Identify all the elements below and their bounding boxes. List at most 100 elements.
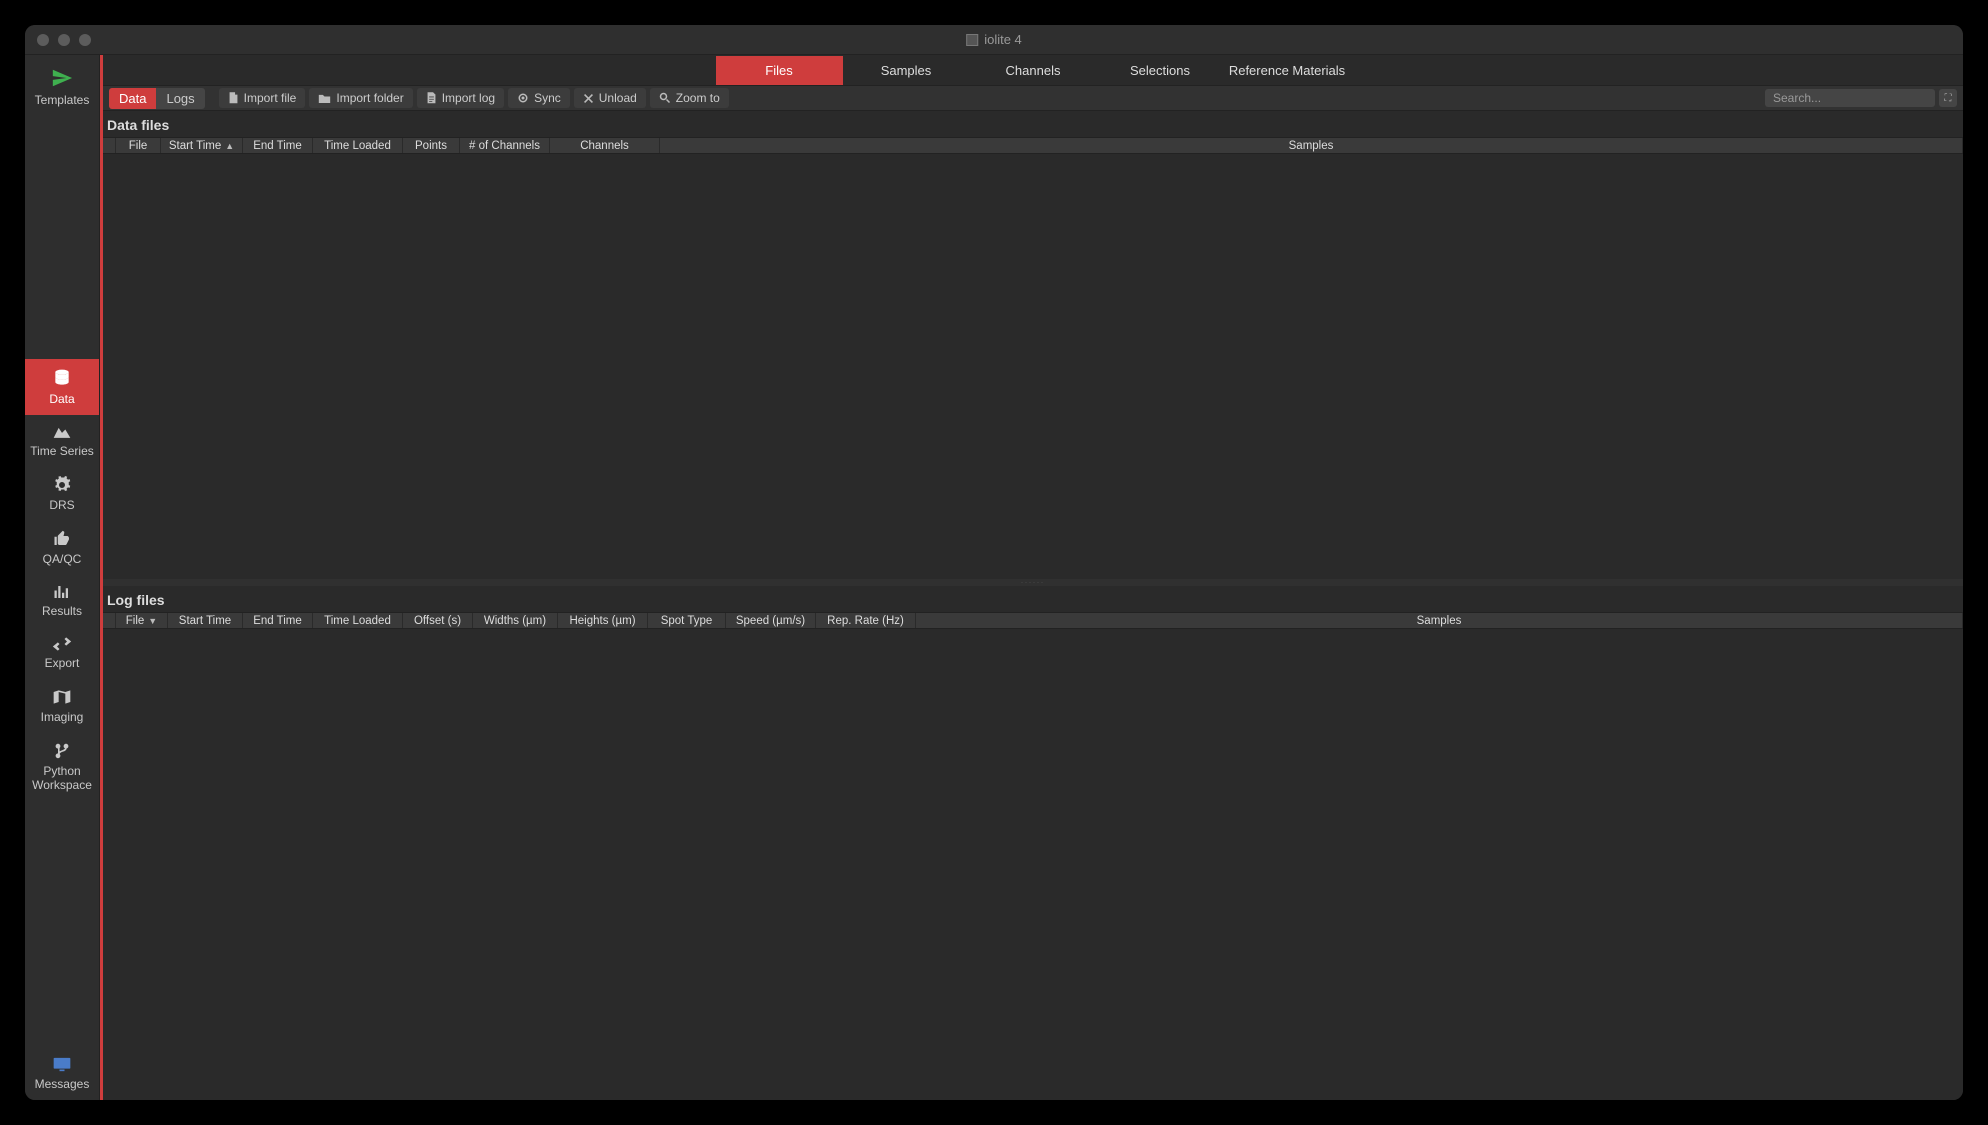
mode-toggle-group: Data Logs xyxy=(109,88,205,109)
th-end-time[interactable]: End Time xyxy=(243,138,313,153)
window-controls xyxy=(37,34,91,46)
th-spacer xyxy=(103,138,116,153)
search-icon xyxy=(659,92,671,104)
button-label: Sync xyxy=(534,91,561,105)
th-spot-type[interactable]: Spot Type xyxy=(648,613,726,628)
data-files-table-header: File Start Time ▲ End Time Time Loaded P… xyxy=(103,137,1963,154)
sidebar-item-python-workspace[interactable]: Python Workspace xyxy=(25,733,99,802)
database-icon xyxy=(52,368,72,388)
th-time-loaded[interactable]: Time Loaded xyxy=(313,613,403,628)
log-files-section-title: Log files xyxy=(103,586,1963,612)
th-file[interactable]: File ▼ xyxy=(116,613,168,628)
unload-button[interactable]: Unload xyxy=(574,88,646,108)
th-samples[interactable]: Samples xyxy=(916,613,1963,628)
th-points[interactable]: Points xyxy=(403,138,460,153)
button-label: Zoom to xyxy=(676,91,720,105)
horizontal-splitter[interactable]: ······ xyxy=(103,579,1963,586)
sidebar-item-label: Messages xyxy=(35,1077,90,1091)
th-widths[interactable]: Widths (µm) xyxy=(473,613,558,628)
sidebar-item-data[interactable]: Data xyxy=(25,359,99,415)
th-speed[interactable]: Speed (µm/s) xyxy=(726,613,816,628)
sidebar-item-templates[interactable]: Templates xyxy=(25,55,99,119)
sidebar-item-label: Imaging xyxy=(41,710,84,724)
sort-descending-icon: ▼ xyxy=(148,616,157,626)
bar-chart-icon xyxy=(53,584,71,600)
th-num-channels[interactable]: # of Channels xyxy=(460,138,550,153)
sidebar-item-qaqc[interactable]: QA/QC xyxy=(25,521,99,575)
th-start-time[interactable]: Start Time xyxy=(168,613,243,628)
sidebar-item-label: QA/QC xyxy=(43,552,82,566)
sidebar-item-imaging[interactable]: Imaging xyxy=(25,679,99,733)
content-area: Files Samples Channels Selections Refere… xyxy=(103,55,1963,1100)
sync-button[interactable]: Sync xyxy=(508,88,570,108)
sidebar-item-timeseries[interactable]: Time Series xyxy=(25,415,99,467)
close-window-button[interactable] xyxy=(37,34,49,46)
exchange-icon xyxy=(52,636,72,652)
window-title: iolite 4 xyxy=(966,32,1022,47)
zoom-to-button[interactable]: Zoom to xyxy=(650,88,729,108)
expand-icon: ⛶ xyxy=(1945,93,1952,104)
log-files-table-header: File ▼ Start Time End Time Time Loaded O… xyxy=(103,612,1963,629)
thumbs-up-icon xyxy=(53,530,71,548)
expand-search-button[interactable]: ⛶ xyxy=(1939,89,1957,107)
titlebar: iolite 4 xyxy=(25,25,1963,55)
th-offset[interactable]: Offset (s) xyxy=(403,613,473,628)
th-label: File xyxy=(126,615,145,627)
tab-files[interactable]: Files xyxy=(716,56,843,85)
th-time-loaded[interactable]: Time Loaded xyxy=(313,138,403,153)
th-spacer xyxy=(103,613,116,628)
button-label: Import folder xyxy=(336,91,403,105)
button-label: Unload xyxy=(599,91,637,105)
file-icon xyxy=(228,92,239,105)
button-label: Import file xyxy=(244,91,297,105)
tab-samples[interactable]: Samples xyxy=(843,56,970,85)
zoom-window-button[interactable] xyxy=(79,34,91,46)
sidebar-item-label-line1: Python xyxy=(43,764,80,778)
sidebar-item-drs[interactable]: DRS xyxy=(25,467,99,521)
map-icon xyxy=(52,688,72,706)
import-log-button[interactable]: Import log xyxy=(417,88,504,108)
sidebar-item-label: Time Series xyxy=(30,444,94,458)
sidebar-item-label-line2: Workspace xyxy=(32,778,92,792)
sidebar-item-export[interactable]: Export xyxy=(25,627,99,679)
data-files-table-body xyxy=(103,154,1963,579)
th-label: Start Time xyxy=(169,140,221,152)
tab-selections[interactable]: Selections xyxy=(1097,56,1224,85)
data-files-section-title: Data files xyxy=(103,111,1963,137)
log-files-table-body xyxy=(103,629,1963,1100)
th-rep-rate[interactable]: Rep. Rate (Hz) xyxy=(816,613,916,628)
sort-ascending-icon: ▲ xyxy=(225,141,234,151)
area-chart-icon xyxy=(52,424,72,440)
mode-logs-toggle[interactable]: Logs xyxy=(156,88,204,109)
app-window: iolite 4 Templates Data T xyxy=(25,25,1963,1100)
th-end-time[interactable]: End Time xyxy=(243,613,313,628)
tab-channels[interactable]: Channels xyxy=(970,56,1097,85)
sidebar-item-messages[interactable]: Messages xyxy=(25,1047,99,1100)
sync-icon xyxy=(517,92,529,104)
sidebar: Templates Data Time Series DRS xyxy=(25,55,100,1100)
data-files-table: File Start Time ▲ End Time Time Loaded P… xyxy=(103,137,1963,579)
search-placeholder: Search... xyxy=(1773,91,1821,105)
search-input[interactable]: Search... xyxy=(1765,89,1935,107)
th-start-time[interactable]: Start Time ▲ xyxy=(161,138,243,153)
th-file[interactable]: File xyxy=(116,138,161,153)
mode-data-toggle[interactable]: Data xyxy=(109,88,156,109)
th-samples[interactable]: Samples xyxy=(660,138,1963,153)
sidebar-item-label: Data xyxy=(49,392,74,406)
file-lines-icon xyxy=(426,92,437,105)
code-branch-icon xyxy=(54,742,70,760)
gear-icon xyxy=(53,476,71,494)
window-title-text: iolite 4 xyxy=(984,32,1022,47)
tab-reference-materials[interactable]: Reference Materials xyxy=(1224,56,1351,85)
import-file-button[interactable]: Import file xyxy=(219,88,306,108)
main-area: Templates Data Time Series DRS xyxy=(25,55,1963,1100)
log-files-table: File ▼ Start Time End Time Time Loaded O… xyxy=(103,612,1963,1100)
close-icon xyxy=(583,93,594,104)
th-heights[interactable]: Heights (µm) xyxy=(558,613,648,628)
import-folder-button[interactable]: Import folder xyxy=(309,88,412,108)
minimize-window-button[interactable] xyxy=(58,34,70,46)
th-channels[interactable]: Channels xyxy=(550,138,660,153)
document-icon xyxy=(966,34,978,46)
sidebar-spacer-bottom xyxy=(25,802,99,1047)
sidebar-item-results[interactable]: Results xyxy=(25,575,99,627)
